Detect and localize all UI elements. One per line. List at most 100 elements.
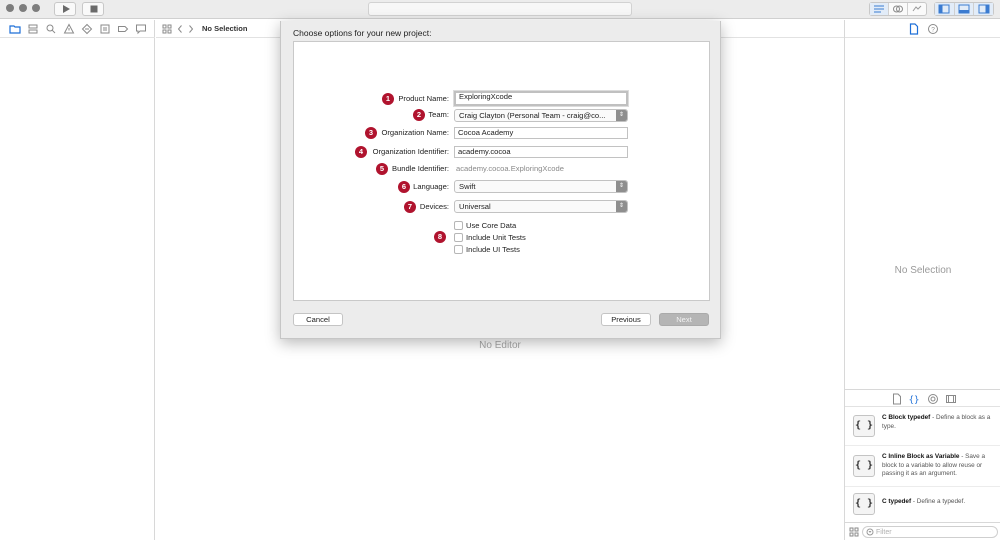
popup-arrows-icon: ⇕ bbox=[616, 110, 627, 121]
callout-badge: 4 bbox=[355, 146, 367, 158]
devices-label: Devices: bbox=[419, 202, 449, 211]
library-item-text: C Inline Block as Variable - Save a bloc… bbox=[882, 453, 997, 479]
callout-badge: 5 bbox=[376, 163, 388, 175]
library-item-description: - Define a typedef. bbox=[911, 498, 966, 505]
library-item-text: C Block typedef - Define a block as a ty… bbox=[882, 414, 997, 431]
code-snippet-icon[interactable]: {} bbox=[908, 393, 920, 406]
version-editor-button[interactable] bbox=[908, 3, 926, 15]
project-options-panel: 1 Product Name: ExploringXcode 2 Team: C… bbox=[293, 41, 710, 301]
file-template-icon[interactable] bbox=[892, 393, 902, 405]
team-label: Team: bbox=[428, 110, 449, 119]
previous-button[interactable]: Previous bbox=[601, 313, 651, 326]
run-button[interactable] bbox=[54, 2, 76, 16]
dialog-title: Choose options for your new project: bbox=[293, 28, 432, 38]
library-item[interactable]: { } C Inline Block as Variable - Save a … bbox=[845, 447, 1000, 487]
include-ui-tests-checkbox[interactable] bbox=[454, 245, 463, 254]
next-button[interactable]: Next bbox=[659, 313, 709, 326]
popup-arrows-icon: ⇕ bbox=[616, 181, 627, 192]
toggle-debug-area-button[interactable] bbox=[954, 3, 975, 15]
devices-popup[interactable]: Universal ⇕ bbox=[454, 200, 628, 213]
no-editor-placeholder: No Editor bbox=[479, 340, 521, 351]
toggle-inspector-button[interactable] bbox=[974, 3, 994, 15]
use-core-data-checkbox[interactable] bbox=[454, 221, 463, 230]
zoom-window-button[interactable] bbox=[32, 4, 40, 12]
library-selector-bar: {} bbox=[845, 389, 1000, 407]
include-ui-tests-label: Include UI Tests bbox=[466, 245, 520, 254]
product-name-field[interactable]: ExploringXcode bbox=[454, 91, 628, 106]
code-snippet-icon: { } bbox=[853, 493, 875, 515]
language-value: Swift bbox=[459, 182, 476, 191]
close-window-button[interactable] bbox=[6, 4, 14, 12]
test-icon[interactable] bbox=[81, 23, 93, 35]
view-toggle-control[interactable] bbox=[934, 2, 994, 16]
organization-identifier-field[interactable]: academy.cocoa bbox=[454, 146, 628, 158]
callout-badge: 7 bbox=[404, 201, 416, 213]
standard-editor-button[interactable] bbox=[870, 3, 889, 15]
stop-icon bbox=[90, 5, 98, 13]
no-selection-placeholder: No Selection bbox=[894, 265, 952, 276]
object-library-icon[interactable] bbox=[927, 393, 939, 405]
team-popup[interactable]: Craig Clayton (Personal Team - craig@co.… bbox=[454, 109, 628, 122]
back-icon[interactable] bbox=[176, 23, 184, 35]
callout-badge: 6 bbox=[398, 181, 410, 193]
debug-icon[interactable] bbox=[99, 23, 111, 35]
left-panel-icon bbox=[938, 4, 950, 14]
cancel-button[interactable]: Cancel bbox=[293, 313, 343, 326]
language-popup[interactable]: Swift ⇕ bbox=[454, 180, 628, 193]
include-unit-tests-label: Include Unit Tests bbox=[466, 233, 526, 242]
callout-badge: 1 bbox=[382, 93, 394, 105]
language-label: Language: bbox=[413, 182, 449, 191]
library-item-title: C Inline Block as Variable bbox=[882, 453, 960, 460]
window-toolbar bbox=[0, 0, 1000, 19]
media-library-icon[interactable] bbox=[945, 393, 957, 405]
stop-button[interactable] bbox=[82, 2, 104, 16]
assistant-editor-button[interactable] bbox=[889, 3, 908, 15]
play-icon bbox=[63, 5, 70, 13]
callout-badge: 2 bbox=[413, 109, 425, 121]
callout-badge: 8 bbox=[434, 231, 446, 243]
standard-editor-icon bbox=[874, 5, 884, 13]
forward-icon[interactable] bbox=[187, 23, 195, 35]
folder-icon[interactable] bbox=[9, 23, 21, 35]
activity-viewer bbox=[368, 2, 632, 16]
library-item[interactable]: { } C Block typedef - Define a block as … bbox=[845, 408, 1000, 446]
filter-placeholder: Filter bbox=[876, 529, 892, 536]
devices-value: Universal bbox=[459, 202, 491, 211]
code-snippet-icon: { } bbox=[853, 455, 875, 477]
version-editor-icon bbox=[912, 5, 922, 12]
organization-name-field[interactable]: Cocoa Academy bbox=[454, 127, 628, 139]
use-core-data-label: Use Core Data bbox=[466, 221, 517, 230]
search-icon[interactable] bbox=[45, 23, 57, 35]
bottom-panel-icon bbox=[958, 4, 970, 14]
bundle-identifier-label: Bundle Identifier: bbox=[392, 164, 449, 173]
library-item[interactable]: { } C typedef - Define a typedef. bbox=[845, 488, 1000, 522]
related-items-icon[interactable] bbox=[162, 23, 172, 35]
inspector-pane: ? No Selection {} { } C Block typedef - … bbox=[844, 20, 1000, 540]
organization-name-label: Organization Name: bbox=[381, 128, 449, 137]
grid-view-icon[interactable] bbox=[849, 527, 859, 537]
jump-bar-label[interactable]: No Selection bbox=[202, 23, 247, 35]
library-item-title: C Block typedef bbox=[882, 414, 931, 421]
filter-input[interactable]: Filter bbox=[862, 526, 998, 538]
new-project-dialog: Choose options for your new project: 1 P… bbox=[280, 21, 721, 339]
team-value: Craig Clayton (Personal Team - craig@co.… bbox=[459, 111, 606, 120]
report-icon[interactable] bbox=[135, 23, 147, 35]
navigator-pane bbox=[0, 20, 155, 540]
svg-text:{}: {} bbox=[909, 396, 920, 406]
library-item-text: C typedef - Define a typedef. bbox=[882, 498, 997, 507]
library-item-title: C typedef bbox=[882, 498, 912, 505]
file-inspector-icon[interactable] bbox=[909, 23, 919, 35]
editor-mode-control[interactable] bbox=[869, 2, 927, 16]
minimize-window-button[interactable] bbox=[19, 4, 27, 12]
toggle-navigator-button[interactable] bbox=[935, 3, 955, 15]
assistant-editor-icon bbox=[893, 5, 903, 13]
organization-identifier-label: Organization Identifier: bbox=[372, 147, 449, 156]
source-control-icon[interactable] bbox=[27, 23, 39, 35]
warning-icon[interactable] bbox=[63, 23, 75, 35]
library-filter-bar: Filter bbox=[845, 522, 1000, 540]
product-name-label: Product Name: bbox=[398, 94, 449, 103]
filter-icon bbox=[866, 528, 874, 536]
breakpoint-icon[interactable] bbox=[117, 23, 129, 35]
quick-help-icon[interactable]: ? bbox=[927, 23, 939, 35]
include-unit-tests-checkbox[interactable] bbox=[454, 233, 463, 242]
